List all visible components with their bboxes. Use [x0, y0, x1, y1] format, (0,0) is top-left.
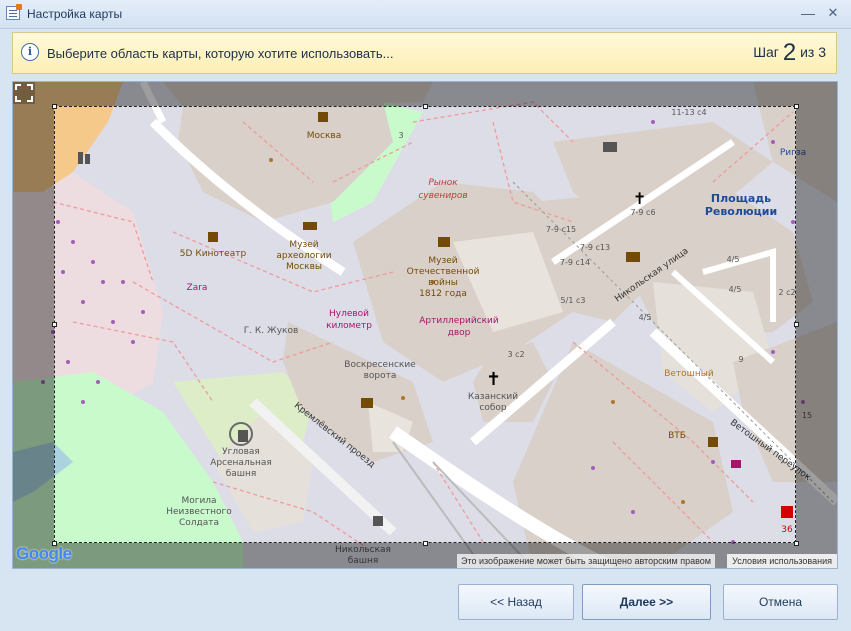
- next-button[interactable]: Далее >>: [582, 584, 711, 620]
- map-terms-link[interactable]: Условия использования: [727, 554, 837, 568]
- selection-handle-top-left[interactable]: [52, 104, 57, 109]
- map-view[interactable]: ✝ ✝ Москва Рынок сувениров Площадь Револ…: [12, 81, 838, 569]
- title-bar: Настройка карты — ✕: [0, 0, 851, 29]
- info-icon: i: [21, 43, 39, 61]
- selection-handle-left[interactable]: [52, 322, 57, 327]
- selection-handle-bottom-right[interactable]: [794, 541, 799, 546]
- instruction-text: Выберите область карты, которую хотите и…: [47, 46, 394, 61]
- back-button[interactable]: << Назад: [458, 584, 574, 620]
- minimize-button[interactable]: —: [797, 4, 819, 22]
- step-prefix: Шаг: [753, 44, 779, 60]
- fullscreen-icon[interactable]: [13, 82, 35, 104]
- step-indicator: Шаг 2 из 3: [753, 39, 826, 67]
- map-selection-frame[interactable]: [54, 106, 796, 543]
- close-button[interactable]: ✕: [822, 4, 844, 22]
- instruction-bar: i Выберите область карты, которую хотите…: [12, 32, 837, 74]
- step-separator: из: [800, 44, 815, 60]
- app-icon: [6, 4, 22, 20]
- selection-handle-top[interactable]: [423, 104, 428, 109]
- window-title: Настройка карты: [27, 7, 123, 21]
- step-current: 2: [782, 39, 797, 66]
- selection-handle-top-right[interactable]: [794, 104, 799, 109]
- map-copyright: Это изображение может быть защищено авто…: [456, 554, 715, 568]
- selection-handle-bottom[interactable]: [423, 541, 428, 546]
- google-logo: Google: [16, 544, 72, 564]
- cancel-button[interactable]: Отмена: [723, 584, 838, 620]
- step-total: 3: [818, 44, 826, 60]
- selection-handle-right[interactable]: [794, 322, 799, 327]
- google-logo-text: Google: [16, 544, 72, 563]
